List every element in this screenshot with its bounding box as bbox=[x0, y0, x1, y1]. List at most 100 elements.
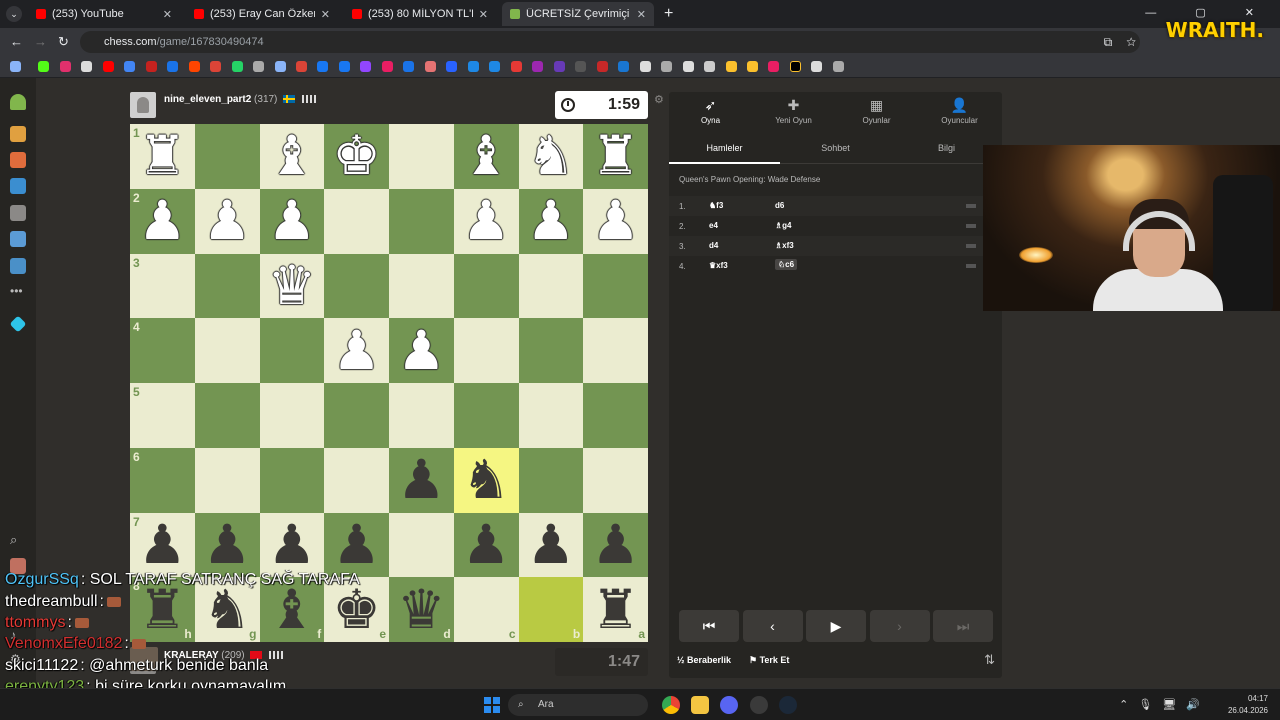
board-square[interactable]: 5 bbox=[130, 383, 195, 448]
white-pawn-piece[interactable]: ♟ bbox=[138, 194, 186, 248]
board-square[interactable]: ♟ bbox=[583, 188, 648, 254]
tab-search-icon[interactable]: ⌄ bbox=[6, 6, 22, 22]
board-square[interactable] bbox=[259, 383, 325, 448]
board-square[interactable] bbox=[389, 383, 454, 448]
forward-icon[interactable]: → bbox=[34, 34, 47, 49]
news-nav-icon[interactable] bbox=[10, 231, 26, 247]
white-move[interactable]: ♛xf3 bbox=[709, 261, 728, 270]
instagram-bookmark-icon[interactable] bbox=[60, 61, 71, 72]
opening-name[interactable]: Queen's Pawn Opening: Wade Defense bbox=[679, 175, 820, 184]
x-bookmark-icon[interactable] bbox=[81, 61, 92, 72]
board-square[interactable]: ♟ bbox=[389, 447, 454, 513]
board-square[interactable]: ♟ bbox=[194, 188, 260, 254]
bookmark-icon[interactable] bbox=[403, 61, 414, 72]
white-pawn-piece[interactable]: ♟ bbox=[397, 323, 445, 378]
bookmark-icon[interactable] bbox=[253, 61, 264, 72]
board-square[interactable]: b bbox=[518, 577, 584, 642]
black-king-piece[interactable]: ♚ bbox=[332, 582, 380, 637]
board-square[interactable]: ♟ bbox=[389, 318, 454, 383]
white-pawn-piece[interactable]: ♟ bbox=[591, 194, 639, 248]
panel-tab[interactable]: 👤 Oyuncular bbox=[918, 92, 1001, 134]
first-move-button[interactable]: ⏮ bbox=[679, 610, 739, 642]
bookmark-icon[interactable] bbox=[683, 61, 694, 72]
board-square[interactable]: 3 bbox=[130, 253, 195, 319]
board-square[interactable] bbox=[324, 188, 389, 254]
board-square[interactable]: ♟ bbox=[583, 512, 648, 578]
board-square[interactable] bbox=[194, 318, 260, 383]
board-square[interactable]: ♚ bbox=[324, 124, 389, 189]
close-tab-icon[interactable]: ✕ bbox=[479, 8, 488, 21]
board-square[interactable] bbox=[518, 383, 584, 448]
black-move[interactable]: ♘c6 bbox=[775, 259, 798, 270]
browser-tab[interactable]: (253) Eray Can Özkenar - YouTu ✕ bbox=[186, 2, 338, 26]
learn-nav-icon[interactable] bbox=[10, 178, 26, 194]
opponent-name[interactable]: nine_eleven_part2 bbox=[164, 94, 251, 105]
board-square[interactable] bbox=[583, 253, 648, 319]
bookmark-icon[interactable] bbox=[317, 61, 328, 72]
black-rook-piece[interactable]: ♜ bbox=[138, 582, 186, 637]
board-square[interactable] bbox=[389, 188, 454, 254]
board-square[interactable]: c bbox=[453, 577, 519, 642]
windows-start-icon[interactable] bbox=[484, 697, 500, 713]
board-square[interactable]: ♟ bbox=[324, 318, 389, 383]
flip-board-icon[interactable]: ⇅ bbox=[984, 652, 995, 668]
bookmark-icon[interactable] bbox=[511, 61, 522, 72]
board-square[interactable]: 6 bbox=[130, 447, 195, 513]
bookmark-icon[interactable] bbox=[210, 61, 221, 72]
black-rook-piece[interactable]: ♜ bbox=[591, 582, 639, 637]
app-taskbar-icon[interactable] bbox=[750, 696, 768, 714]
board-square[interactable] bbox=[583, 383, 648, 448]
reload-icon[interactable]: ↻ bbox=[58, 34, 69, 50]
black-move[interactable]: ♗g4 bbox=[775, 221, 792, 230]
bookmark-icon[interactable] bbox=[382, 61, 393, 72]
bookmark-star-icon[interactable]: ⧉☆ bbox=[1104, 35, 1150, 50]
white-king-piece[interactable]: ♚ bbox=[332, 129, 380, 183]
bookmark-icon[interactable] bbox=[425, 61, 436, 72]
chrome-taskbar-icon[interactable] bbox=[662, 696, 680, 714]
back-icon[interactable]: ← bbox=[10, 34, 23, 49]
board-settings-icon[interactable]: ⚙ bbox=[654, 93, 664, 106]
bookmark-icon[interactable] bbox=[618, 61, 629, 72]
bookmark-icon[interactable] bbox=[833, 61, 844, 72]
watch-nav-icon[interactable] bbox=[10, 205, 26, 221]
board-square[interactable] bbox=[389, 512, 454, 578]
bookmark-icon[interactable] bbox=[790, 61, 801, 72]
play-nav-icon[interactable] bbox=[10, 126, 26, 142]
white-queen-piece[interactable]: ♛ bbox=[268, 258, 316, 313]
board-square[interactable] bbox=[518, 253, 584, 319]
next-move-button[interactable]: › bbox=[869, 610, 930, 642]
url-input[interactable]: chess.com/game/167830490474 bbox=[80, 31, 1140, 53]
board-square[interactable] bbox=[518, 318, 584, 383]
bookmark-icon[interactable] bbox=[532, 61, 543, 72]
offer-draw-button[interactable]: ½ Beraberlik bbox=[677, 655, 731, 665]
white-move[interactable]: ♞f3 bbox=[709, 201, 723, 210]
board-square[interactable] bbox=[583, 318, 648, 383]
diamond-icon[interactable] bbox=[9, 315, 27, 333]
board-square[interactable] bbox=[324, 253, 389, 319]
kick-bookmark-icon[interactable] bbox=[38, 61, 49, 72]
white-pawn-piece[interactable]: ♟ bbox=[268, 194, 316, 248]
board-square[interactable]: ♟ bbox=[194, 512, 260, 578]
board-square[interactable] bbox=[583, 447, 648, 513]
board-square[interactable] bbox=[453, 383, 519, 448]
bookmark-icon[interactable] bbox=[554, 61, 565, 72]
panel-subtab[interactable]: Hamleler bbox=[669, 134, 780, 164]
panel-tab[interactable]: ➶ Oyna bbox=[669, 92, 752, 134]
black-pawn-piece[interactable]: ♟ bbox=[203, 517, 251, 572]
close-tab-icon[interactable]: ✕ bbox=[321, 8, 330, 21]
resign-button[interactable]: ⚑ Terk Et bbox=[749, 655, 789, 666]
board-square[interactable]: d ♛ bbox=[389, 577, 454, 642]
gmail-bookmark-icon[interactable] bbox=[146, 61, 157, 72]
board-square[interactable] bbox=[389, 124, 454, 189]
board-square[interactable]: ♟ bbox=[518, 512, 584, 578]
close-tab-icon[interactable]: ✕ bbox=[163, 8, 172, 21]
bookmark-icon[interactable] bbox=[489, 61, 500, 72]
puzzles-nav-icon[interactable] bbox=[10, 152, 26, 168]
black-knight-piece[interactable]: ♞ bbox=[203, 582, 251, 637]
bookmark-icon[interactable] bbox=[726, 61, 737, 72]
system-tray-icons[interactable]: ⌃🎙🖥🔊 bbox=[1119, 698, 1210, 711]
white-knight-piece[interactable]: ♞ bbox=[527, 129, 575, 183]
apps-icon[interactable] bbox=[10, 61, 21, 72]
last-move-button[interactable]: ⏭ bbox=[933, 610, 993, 642]
new-tab-button[interactable]: + bbox=[664, 5, 673, 23]
